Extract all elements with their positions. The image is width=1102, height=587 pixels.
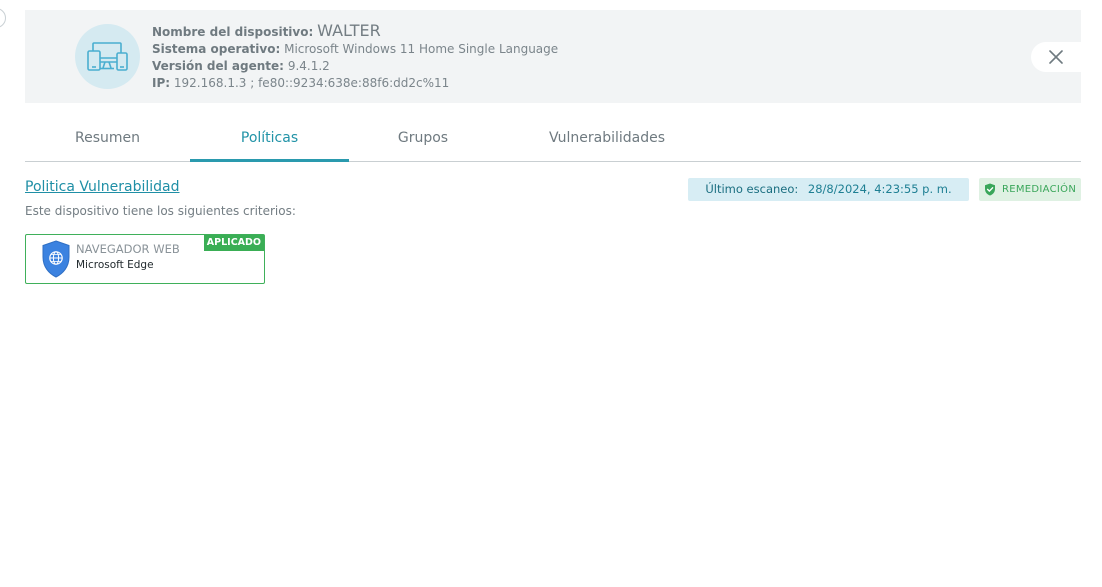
ip-label: IP: [152, 76, 171, 90]
tab-resumen[interactable]: Resumen [25, 117, 190, 161]
tab-bar: Resumen Políticas Grupos Vulnerabilidade… [25, 117, 1081, 162]
globe-shield-icon [42, 240, 70, 278]
device-name-value: WALTER [317, 21, 381, 40]
status-label: REMEDIACIÓN [1002, 184, 1077, 195]
status-badge: REMEDIACIÓN [979, 178, 1081, 201]
ip-row: IP: 192.168.1.3 ; fe80::9234:638e:88f6:d… [152, 75, 558, 92]
agent-version-value: 9.4.1.2 [287, 59, 330, 73]
criteria-description: Este dispositivo tiene los siguientes cr… [25, 204, 296, 218]
policy-title-link[interactable]: Politica Vulnerabilidad [25, 179, 180, 195]
last-scan-box: Último escaneo: 28/8/2024, 4:23:55 p. m. [688, 178, 969, 201]
tab-vulnerabilidades[interactable]: Vulnerabilidades [497, 117, 717, 161]
agent-row: Versión del agente: 9.4.1.2 [152, 58, 558, 75]
device-avatar [75, 24, 140, 89]
last-scan-value: 28/8/2024, 4:23:55 p. m. [807, 182, 952, 196]
os-label: Sistema operativo: [152, 42, 281, 56]
criteria-value: Microsoft Edge [76, 259, 154, 271]
device-name-row: Nombre del dispositivo: WALTER [152, 22, 558, 41]
last-scan-label: Último escaneo: [705, 182, 799, 196]
device-info: Nombre del dispositivo: WALTER Sistema o… [152, 22, 558, 92]
os-row: Sistema operativo: Microsoft Windows 11 … [152, 41, 558, 58]
edge-circle [0, 8, 6, 28]
devices-icon [87, 42, 128, 71]
criteria-card: NAVEGADOR WEB Microsoft Edge APLICADO [25, 234, 265, 284]
device-name-label: Nombre del dispositivo: [152, 25, 314, 39]
device-header: Nombre del dispositivo: WALTER Sistema o… [25, 10, 1081, 103]
criteria-category: NAVEGADOR WEB [76, 242, 180, 256]
shield-check-icon [985, 183, 995, 196]
os-value: Microsoft Windows 11 Home Single Languag… [284, 42, 559, 56]
tab-grupos[interactable]: Grupos [349, 117, 497, 161]
close-icon [1049, 50, 1063, 64]
close-button[interactable] [1031, 42, 1081, 72]
ip-value: 192.168.1.3 ; fe80::9234:638e:88f6:dd2c%… [173, 76, 450, 90]
agent-version-label: Versión del agente: [152, 59, 284, 73]
applied-tag: APLICADO [203, 235, 264, 251]
tab-politicas[interactable]: Políticas [190, 117, 349, 162]
